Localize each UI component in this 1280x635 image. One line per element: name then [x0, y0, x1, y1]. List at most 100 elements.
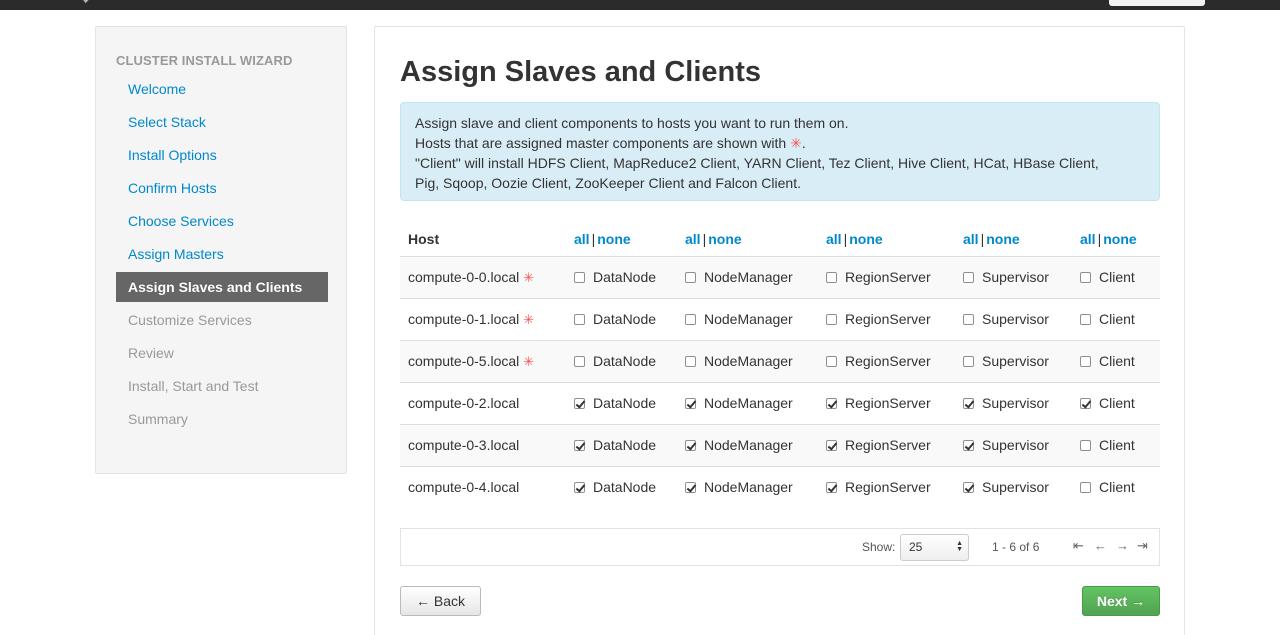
supervisor-cell: Supervisor	[955, 381, 1072, 424]
page-size-value: 25	[909, 540, 923, 554]
ambari-logo-icon[interactable]: ✦	[82, 0, 104, 6]
supervisor-checkbox[interactable]	[963, 356, 974, 367]
host-name: compute-0-3.local	[408, 437, 520, 453]
supervisor-label: Supervisor	[982, 269, 1049, 285]
select-none-client[interactable]: none	[1103, 231, 1136, 247]
info-alert: Assign slave and client components to ho…	[400, 102, 1160, 201]
nodemanager-label: NodeManager	[704, 311, 793, 327]
wizard-sidebar: CLUSTER INSTALL WIZARD Welcome Select St…	[95, 26, 347, 474]
step-assign-masters[interactable]: Assign Masters	[116, 238, 328, 271]
nodemanager-checkbox[interactable]	[685, 482, 696, 494]
regionserver-cell: RegionServer	[818, 297, 955, 340]
select-all-regionserver[interactable]: all	[826, 231, 842, 247]
step-summary: Summary	[128, 411, 188, 427]
nodemanager-checkbox[interactable]	[685, 398, 696, 409]
separator: |	[980, 230, 985, 247]
supervisor-label: Supervisor	[982, 311, 1049, 327]
table-row: compute-0-5.local ✳ DataNode NodeManager Reg…	[400, 339, 1160, 382]
last-page-icon[interactable]: ⇥	[1137, 538, 1148, 554]
datanode-checkbox[interactable]	[574, 482, 585, 494]
step-choose-services[interactable]: Choose Services	[116, 205, 328, 238]
datanode-cell: DataNode	[566, 297, 677, 340]
datanode-cell: DataNode	[566, 339, 677, 382]
nodemanager-cell: NodeManager	[677, 381, 818, 424]
nodemanager-checkbox[interactable]	[685, 272, 696, 283]
select-all-supervisor[interactable]: all	[963, 231, 979, 247]
nodemanager-checkbox[interactable]	[685, 314, 696, 325]
client-label: Client	[1099, 311, 1135, 327]
regionserver-cell: RegionServer	[818, 255, 955, 298]
next-button[interactable]: Next →	[1082, 586, 1160, 616]
step-welcome[interactable]: Welcome	[116, 73, 328, 106]
page-size-label: Show:	[862, 540, 896, 554]
datanode-checkbox[interactable]	[574, 272, 585, 283]
datanode-checkbox[interactable]	[574, 356, 585, 367]
client-cell: Client	[1072, 381, 1160, 424]
regionserver-label: RegionServer	[845, 353, 931, 369]
select-arrows-icon: ▲ ▼	[956, 540, 963, 553]
datanode-cell: DataNode	[566, 255, 677, 298]
client-column-header: all | none	[1072, 222, 1160, 256]
supervisor-checkbox[interactable]	[963, 272, 974, 283]
regionserver-checkbox[interactable]	[826, 440, 837, 451]
step-select-stack[interactable]: Select Stack	[116, 106, 328, 139]
nodemanager-checkbox[interactable]	[685, 440, 696, 451]
step-review: Review	[128, 345, 174, 361]
separator: |	[843, 230, 848, 247]
client-checkbox[interactable]	[1080, 272, 1091, 283]
regionserver-label: RegionServer	[845, 269, 931, 285]
client-checkbox[interactable]	[1080, 356, 1091, 367]
host-name-cell: compute-0-3.local	[400, 423, 566, 466]
client-checkbox[interactable]	[1080, 314, 1091, 325]
datanode-column-header: all | none	[566, 222, 677, 256]
select-none-datanode[interactable]: none	[597, 231, 630, 247]
select-none-regionserver[interactable]: none	[849, 231, 882, 247]
back-button[interactable]: ← Back	[400, 586, 481, 616]
master-star-icon: ✳	[523, 269, 535, 285]
select-all-datanode[interactable]: all	[574, 231, 590, 247]
nodemanager-label: NodeManager	[704, 353, 793, 369]
step-install-options[interactable]: Install Options	[116, 139, 328, 172]
datanode-checkbox[interactable]	[574, 398, 585, 409]
client-checkbox[interactable]	[1080, 440, 1091, 451]
nodemanager-checkbox[interactable]	[685, 356, 696, 367]
host-name: compute-0-4.local	[408, 479, 520, 496]
nodemanager-label: NodeManager	[704, 395, 793, 411]
client-label: Client	[1099, 395, 1135, 411]
regionserver-checkbox[interactable]	[826, 398, 837, 409]
nodemanager-column-header: all | none	[677, 222, 818, 256]
select-all-nodemanager[interactable]: all	[685, 231, 701, 247]
datanode-checkbox[interactable]	[574, 440, 585, 451]
datanode-checkbox[interactable]	[574, 314, 585, 325]
regionserver-cell: RegionServer	[818, 423, 955, 466]
datanode-label: DataNode	[593, 353, 657, 369]
supervisor-label: Supervisor	[982, 353, 1049, 369]
first-page-icon[interactable]: ⇤	[1073, 538, 1084, 554]
user-menu-button[interactable]	[1109, 0, 1205, 6]
regionserver-checkbox[interactable]	[826, 356, 837, 367]
regionserver-checkbox[interactable]	[826, 314, 837, 325]
nodemanager-label: NodeManager	[704, 269, 793, 285]
supervisor-checkbox[interactable]	[963, 482, 974, 494]
select-none-supervisor[interactable]: none	[986, 231, 1019, 247]
supervisor-label: Supervisor	[982, 437, 1049, 453]
datanode-cell: DataNode	[566, 465, 677, 508]
regionserver-label: RegionServer	[845, 479, 931, 496]
supervisor-label: Supervisor	[982, 395, 1049, 411]
step-assign-slaves-clients: Assign Slaves and Clients	[116, 272, 328, 302]
supervisor-checkbox[interactable]	[963, 398, 974, 409]
step-confirm-hosts[interactable]: Confirm Hosts	[116, 172, 328, 205]
client-checkbox[interactable]	[1080, 398, 1091, 409]
regionserver-checkbox[interactable]	[826, 482, 837, 494]
select-none-nodemanager[interactable]: none	[708, 231, 741, 247]
regionserver-checkbox[interactable]	[826, 272, 837, 283]
previous-page-icon[interactable]: ←	[1094, 538, 1107, 553]
regionserver-cell: RegionServer	[818, 381, 955, 424]
supervisor-label: Supervisor	[982, 479, 1049, 496]
client-checkbox[interactable]	[1080, 482, 1091, 494]
select-all-client[interactable]: all	[1080, 231, 1096, 247]
page-size-select[interactable]: 25 ▲ ▼	[900, 534, 969, 561]
next-page-icon[interactable]: →	[1116, 538, 1129, 553]
supervisor-checkbox[interactable]	[963, 314, 974, 325]
supervisor-checkbox[interactable]	[963, 440, 974, 451]
